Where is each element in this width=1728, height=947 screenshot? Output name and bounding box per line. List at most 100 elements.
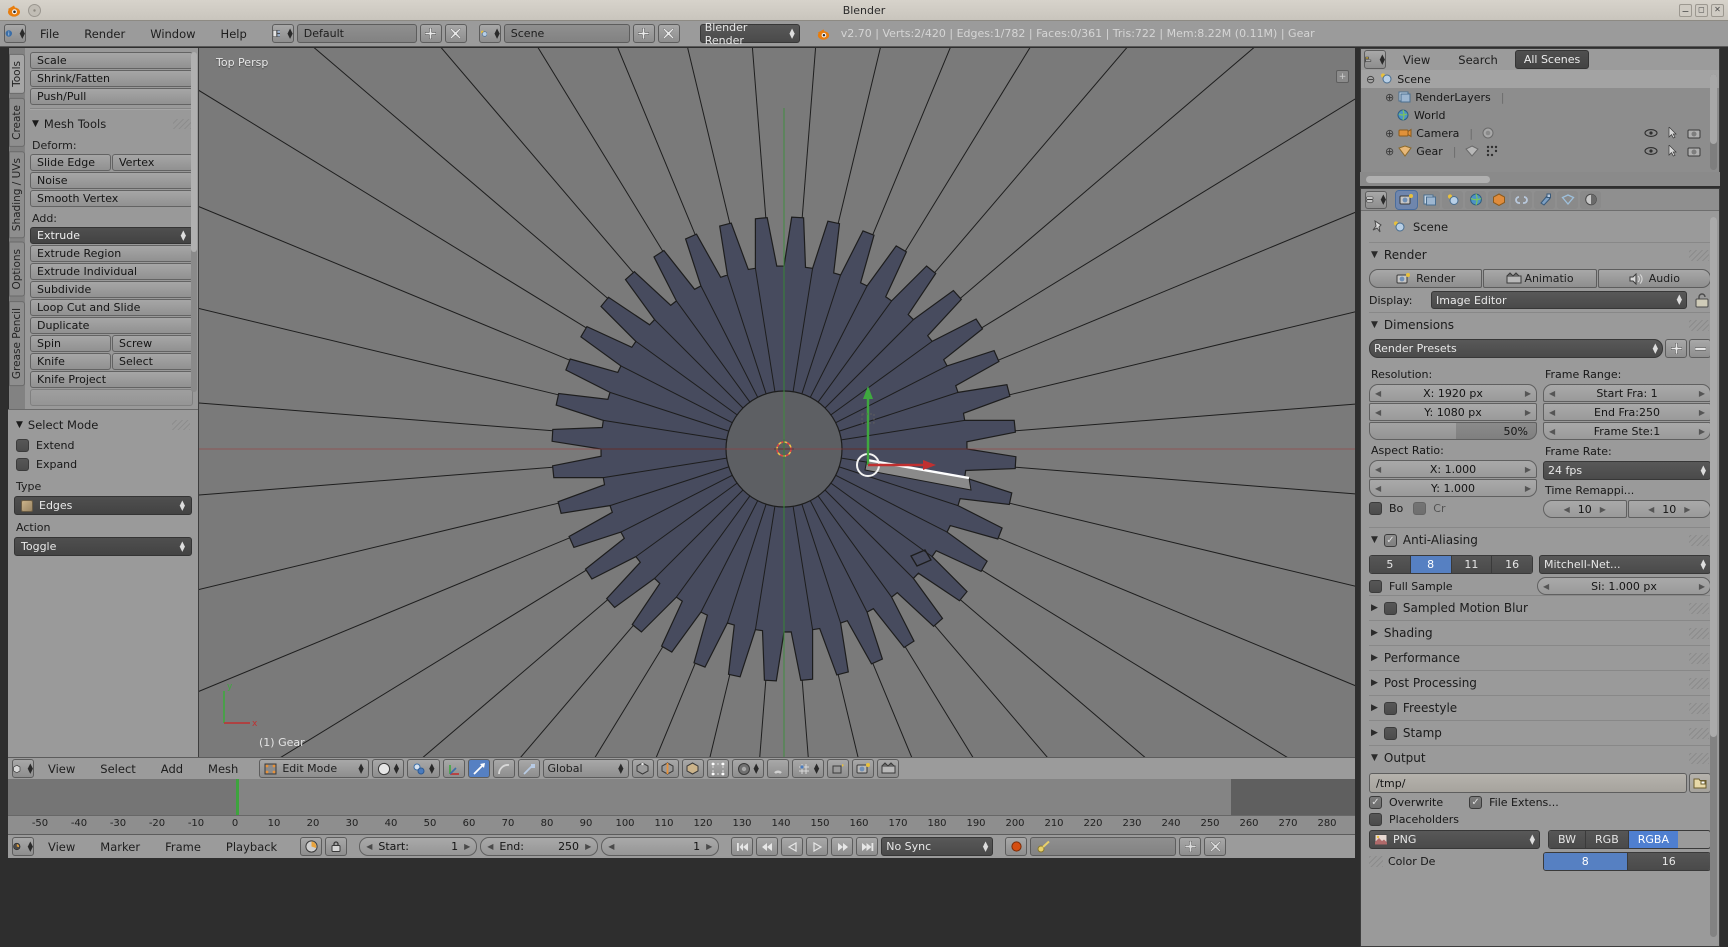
crop-checkbox-row[interactable]: Cr [1413, 502, 1445, 515]
render-audio-button[interactable]: Audio [1598, 269, 1711, 288]
jump-to-start-button[interactable] [731, 837, 753, 856]
right-arrow-icon[interactable]: ▶ [1699, 582, 1705, 591]
right-arrow-icon[interactable]: ▶ [1525, 484, 1531, 493]
collapse-icon[interactable]: ⊖ [1366, 73, 1375, 86]
visibility-eye-icon[interactable] [1644, 146, 1658, 156]
sync-mode-dropdown[interactable]: No Sync ▲▼ [881, 837, 993, 856]
tool-screw[interactable]: Screw [112, 335, 193, 352]
timeline-track[interactable] [8, 779, 1355, 815]
display-mode-dropdown[interactable]: Image Editor ▲▼ [1431, 291, 1687, 309]
frame-end-field[interactable]: ◀ End Fra:250 ▶ [1543, 403, 1711, 421]
tool-subdivide[interactable]: Subdivide [30, 281, 193, 298]
left-arrow-icon[interactable]: ◀ [1543, 582, 1549, 591]
section-header-performance[interactable]: ▶ Performance [1369, 645, 1711, 670]
render-animation-button[interactable]: Animatio [1483, 269, 1596, 288]
add-layout-button[interactable] [420, 24, 442, 43]
outliner-tree[interactable]: ⊖ Scene ⊕ RenderLayers | World ⊕ Camera … [1361, 70, 1719, 180]
renderability-camera-icon[interactable] [1687, 146, 1701, 157]
right-arrow-icon[interactable]: ▶ [1525, 389, 1531, 398]
select-type-dropdown[interactable]: Edges ▲▼ [14, 496, 192, 515]
left-arrow-icon[interactable]: ◀ [366, 842, 372, 851]
interaction-mode-dropdown[interactable]: Edit Mode ▲▼ [259, 759, 368, 778]
outliner-row-scene[interactable]: ⊖ Scene [1361, 70, 1719, 88]
full-sample-checkbox[interactable] [1369, 580, 1382, 593]
properties-editor[interactable]: ▲▼ [1360, 188, 1720, 947]
aa-sample-16[interactable]: 16 [1492, 556, 1532, 573]
opengl-render-button[interactable] [827, 759, 849, 778]
section-header-post-processing[interactable]: ▶ Post Processing [1369, 670, 1711, 695]
3d-viewport[interactable]: Top Persp (1) Gear y x Tools Create Shad… [8, 48, 1355, 757]
outliner-display-mode[interactable]: All Scenes [1515, 50, 1589, 69]
tl-menu-view[interactable]: View [37, 838, 86, 856]
overwrite-checkbox[interactable]: ✓ [1369, 796, 1382, 809]
outliner-row-renderlayers[interactable]: ⊕ RenderLayers | [1361, 88, 1719, 106]
file-format-dropdown[interactable]: PNG ▲▼ [1369, 830, 1540, 849]
outliner-scrollbar[interactable] [1710, 74, 1717, 170]
aa-size-field[interactable]: ◀ Si: 1.000 px ▶ [1537, 577, 1711, 595]
tool-smooth-vertex[interactable]: Smooth Vertex [30, 190, 193, 207]
left-arrow-icon[interactable]: ◀ [1375, 465, 1381, 474]
render-presets-dropdown[interactable]: Render Presets ▲▼ [1369, 339, 1663, 358]
left-arrow-icon[interactable]: ◀ [1375, 389, 1381, 398]
delete-layout-button[interactable] [445, 24, 467, 43]
menu-window[interactable]: Window [139, 25, 206, 43]
maximize-button[interactable]: ◻ [1695, 4, 1708, 17]
render-image-button[interactable] [852, 759, 874, 778]
play-reverse-button[interactable] [781, 837, 803, 856]
add-scene-button[interactable] [633, 24, 655, 43]
render-engine-selector[interactable]: Blender Render ▲▼ [700, 24, 800, 43]
color-mode-rgba[interactable]: RGBA [1629, 831, 1678, 848]
select-action-dropdown[interactable]: Toggle ▲▼ [14, 537, 192, 556]
tool-slide-edge[interactable]: Slide Edge [30, 154, 111, 171]
file-extensions-checkbox[interactable]: ✓ [1469, 796, 1482, 809]
snap-element-dropdown[interactable]: ▲▼ [792, 759, 824, 778]
proportional-editing-dropdown[interactable]: ▲▼ [732, 759, 764, 778]
panel-header-select-mode[interactable]: ▼ Select Mode [14, 414, 192, 436]
resolution-y-field[interactable]: ◀ Y: 1080 px ▶ [1369, 403, 1537, 421]
left-arrow-icon[interactable]: ◀ [487, 842, 493, 851]
placeholders-checkbox-row[interactable]: Placeholders [1369, 812, 1711, 827]
menu-file[interactable]: File [29, 25, 70, 43]
auto-keyframe-button[interactable] [300, 837, 322, 856]
right-arrow-icon[interactable]: ▶ [706, 842, 712, 851]
timeline-ruler[interactable]: -50-40-30-20-100102030405060708090100110… [8, 815, 1355, 834]
tool-shrink-fatten[interactable]: Shrink/Fatten [30, 70, 193, 87]
tool-extrude-individual[interactable]: Extrude Individual [30, 263, 193, 280]
right-arrow-icon[interactable]: ▶ [1699, 408, 1705, 417]
start-frame-field[interactable]: ◀ Start: 1 ▶ [359, 837, 477, 856]
snap-magnet-button[interactable] [767, 759, 789, 778]
left-arrow-icon[interactable]: ◀ [1648, 505, 1654, 514]
transform-orientation-dropdown[interactable]: Global ▲▼ [543, 759, 629, 778]
render-image-button[interactable]: Render [1369, 269, 1482, 288]
vertex-select-mode-button[interactable] [632, 759, 654, 778]
time-remap-new-field[interactable]: ◀ 10 ▶ [1628, 500, 1712, 518]
scale-manipulator-button[interactable] [518, 759, 540, 778]
editor-type-selector-outliner[interactable]: ▲▼ [1364, 50, 1386, 69]
properties-tab-material[interactable] [1580, 191, 1601, 209]
frame-start-field[interactable]: ◀ Start Fra: 1 ▶ [1543, 384, 1711, 402]
timeline-editor[interactable]: -50-40-30-20-100102030405060708090100110… [8, 779, 1355, 834]
left-arrow-icon[interactable]: ◀ [608, 842, 614, 851]
section-header-output[interactable]: ▼ Output [1369, 745, 1711, 770]
window-controls[interactable]: ⚊ ◻ ✕ [1679, 4, 1724, 17]
editor-type-selector-timeline[interactable]: ▲▼ [12, 837, 34, 856]
outliner-row-toggles[interactable] [1644, 127, 1719, 139]
viewport-properties-toggle[interactable]: + [1336, 70, 1349, 83]
tool-shelf-scrollbar[interactable] [191, 52, 197, 392]
screen-layout-field[interactable]: Default [297, 24, 417, 43]
tool-extrude-region[interactable]: Extrude Region [30, 245, 193, 262]
render-animation-button[interactable] [877, 759, 899, 778]
color-depth-segmented[interactable]: 8 16 [1543, 852, 1711, 871]
color-mode-rgb[interactable]: RGB [1586, 831, 1629, 848]
color-mode-bw[interactable]: BW [1549, 831, 1586, 848]
timeline-playhead[interactable] [236, 779, 239, 815]
outliner-editor[interactable]: ▲▼ View Search All Scenes ⊖ Scene ⊕ Rend… [1360, 48, 1720, 180]
tool-vertex-slide[interactable]: Vertex [112, 154, 193, 171]
properties-tab-bar[interactable]: ▲▼ [1361, 189, 1719, 211]
vp-menu-mesh[interactable]: Mesh [197, 760, 249, 778]
right-arrow-icon[interactable]: ▶ [1600, 505, 1606, 514]
editor-type-selector-properties[interactable]: ▲▼ [1365, 191, 1387, 209]
properties-tab-scene[interactable] [1442, 191, 1463, 209]
editor-type-selector-3dview[interactable]: ▲▼ [12, 759, 34, 778]
outliner-hscroll-strip[interactable] [1360, 172, 1720, 186]
